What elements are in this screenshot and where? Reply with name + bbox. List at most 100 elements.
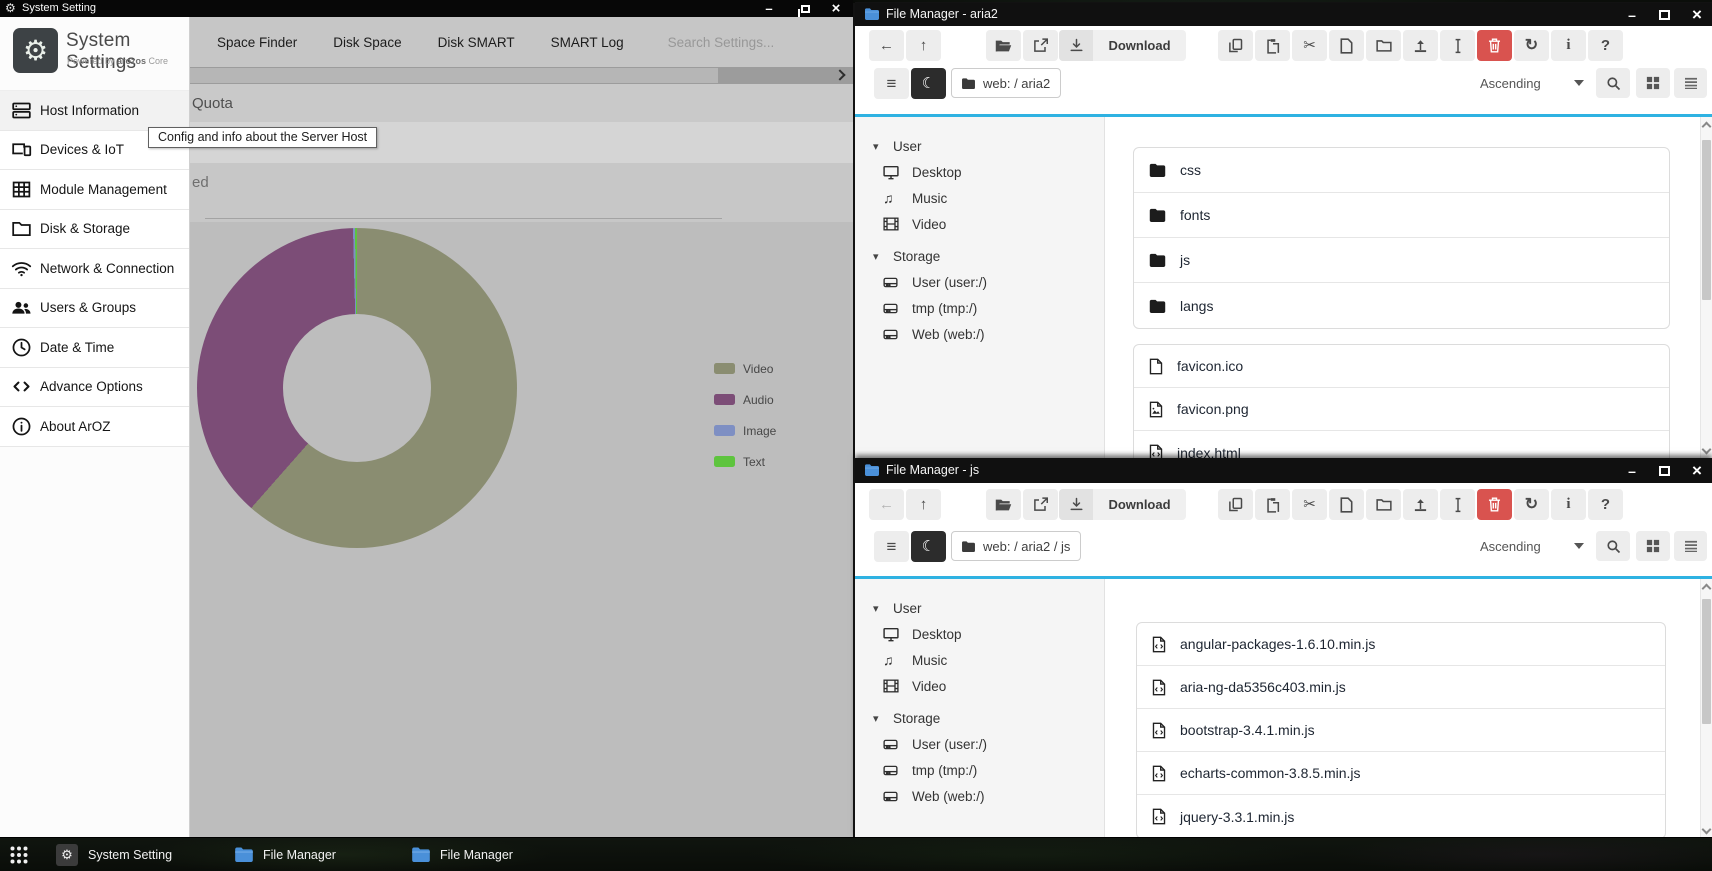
file-row-css[interactable]: css xyxy=(1134,148,1669,193)
grid-view-button[interactable] xyxy=(1636,531,1670,561)
tree-item-video[interactable]: Video xyxy=(855,673,1104,699)
grid-view-button[interactable] xyxy=(1636,68,1670,98)
open-external-button[interactable] xyxy=(1023,30,1058,61)
legend-item[interactable]: Audio xyxy=(714,384,776,415)
up-button[interactable]: ↑ xyxy=(906,489,941,520)
tree-item-user-drive[interactable]: User (user:/) xyxy=(855,269,1104,295)
sidebar-item-module-management[interactable]: Module Management xyxy=(0,170,189,210)
download-button[interactable]: Download xyxy=(1059,30,1186,61)
paste-button[interactable] xyxy=(1255,489,1290,520)
storage-donut-chart[interactable] xyxy=(197,228,517,548)
tree-item-music[interactable]: ♫Music xyxy=(855,185,1104,211)
settings-search-input[interactable] xyxy=(668,35,798,50)
file-row-aria-ng[interactable]: aria-ng-da5356c403.min.js xyxy=(1137,666,1665,709)
upload-button[interactable] xyxy=(1403,30,1438,61)
dark-mode-button[interactable]: ☾ xyxy=(911,531,946,562)
file-row-index-html[interactable]: index.html xyxy=(1134,431,1669,458)
maximize-button[interactable] xyxy=(1652,458,1676,483)
back-button[interactable]: ← xyxy=(869,30,904,61)
scrollbar-thumb[interactable] xyxy=(1702,140,1711,300)
tree-item-tmp-drive[interactable]: tmp (tmp:/) xyxy=(855,757,1104,783)
help-button[interactable]: ? xyxy=(1588,489,1623,520)
minimize-button[interactable]: – xyxy=(1620,3,1644,26)
scrollbar-thumb[interactable] xyxy=(1702,599,1711,724)
file-row-fonts[interactable]: fonts xyxy=(1134,193,1669,238)
copy-button[interactable] xyxy=(1218,489,1253,520)
tab-disk-space[interactable]: Disk Space xyxy=(315,35,419,50)
tree-group-user[interactable]: ▾User xyxy=(855,595,1104,621)
tree-group-user[interactable]: ▾User xyxy=(855,133,1104,159)
restore-button[interactable] xyxy=(793,0,815,17)
scroll-up-icon[interactable] xyxy=(1703,121,1711,129)
tree-group-storage[interactable]: ▾Storage xyxy=(855,243,1104,269)
sidebar-item-disk-storage[interactable]: Disk & Storage xyxy=(0,210,189,250)
tree-item-desktop[interactable]: Desktop xyxy=(855,159,1104,185)
help-button[interactable]: ? xyxy=(1588,30,1623,61)
new-file-button[interactable] xyxy=(1329,30,1364,61)
info-button[interactable]: i xyxy=(1551,30,1586,61)
download-button[interactable]: Download xyxy=(1059,489,1186,520)
sidebar-item-about-aroz[interactable]: About ArOZ xyxy=(0,407,189,447)
back-button[interactable]: ← xyxy=(869,489,904,520)
info-button[interactable]: i xyxy=(1551,489,1586,520)
tree-item-tmp-drive[interactable]: tmp (tmp:/) xyxy=(855,295,1104,321)
open-button[interactable] xyxy=(986,489,1021,520)
scroll-down-icon[interactable] xyxy=(1703,826,1711,834)
scrollbar[interactable] xyxy=(1700,117,1712,458)
cut-button[interactable]: ✂ xyxy=(1292,30,1327,61)
close-button[interactable]: × xyxy=(1684,3,1710,26)
file-row-bootstrap[interactable]: bootstrap-3.4.1.min.js xyxy=(1137,709,1665,752)
refresh-button[interactable]: ↻ xyxy=(1514,30,1549,61)
tab-space-finder[interactable]: Space Finder xyxy=(199,35,315,50)
cut-button[interactable]: ✂ xyxy=(1292,489,1327,520)
legend-item[interactable]: Video xyxy=(714,353,776,384)
list-view-button[interactable] xyxy=(1674,68,1707,98)
delete-button[interactable] xyxy=(1477,489,1512,520)
search-button[interactable] xyxy=(1596,531,1630,561)
upload-button[interactable] xyxy=(1403,489,1438,520)
maximize-button[interactable] xyxy=(1652,3,1676,26)
paste-button[interactable] xyxy=(1255,30,1290,61)
close-button[interactable]: × xyxy=(824,0,848,17)
tree-item-user-drive[interactable]: User (user:/) xyxy=(855,731,1104,757)
file-row-js[interactable]: js xyxy=(1134,238,1669,283)
open-external-button[interactable] xyxy=(1023,489,1058,520)
sidebar-item-network-connection[interactable]: Network & Connection xyxy=(0,249,189,289)
sort-order-select[interactable]: Ascending xyxy=(1468,68,1596,98)
search-button[interactable] xyxy=(1596,68,1630,98)
menu-button[interactable]: ≡ xyxy=(874,531,909,562)
up-button[interactable]: ↑ xyxy=(906,30,941,61)
sidebar-item-host-information[interactable]: Host Information xyxy=(0,91,189,131)
file-row-favicon-png[interactable]: favicon.png xyxy=(1134,388,1669,431)
file-row-jquery[interactable]: jquery-3.3.1.min.js xyxy=(1137,795,1665,838)
tree-item-music[interactable]: ♫Music xyxy=(855,647,1104,673)
tree-item-video[interactable]: Video xyxy=(855,211,1104,237)
tree-item-desktop[interactable]: Desktop xyxy=(855,621,1104,647)
menu-button[interactable]: ≡ xyxy=(874,68,909,99)
scrollbar[interactable] xyxy=(1700,579,1712,838)
titlebar[interactable]: File Manager - js – × xyxy=(855,458,1712,483)
close-button[interactable]: × xyxy=(1684,458,1710,483)
file-row-angular[interactable]: angular-packages-1.6.10.min.js xyxy=(1137,623,1665,666)
tab-disk-smart[interactable]: Disk SMART xyxy=(420,35,533,50)
breadcrumb[interactable]: web: / aria2 / js xyxy=(951,531,1081,561)
tab-scrollbar-thumb[interactable] xyxy=(190,68,718,83)
file-row-favicon-ico[interactable]: favicon.ico xyxy=(1134,345,1669,388)
minimize-button[interactable]: – xyxy=(1620,458,1644,483)
scroll-up-icon[interactable] xyxy=(1703,583,1711,591)
tree-group-storage[interactable]: ▾Storage xyxy=(855,705,1104,731)
copy-button[interactable] xyxy=(1218,30,1253,61)
tab-smart-log[interactable]: SMART Log xyxy=(533,35,642,50)
taskbar-item-file-manager-1[interactable]: File Manager xyxy=(235,838,336,871)
sidebar-item-users-groups[interactable]: Users & Groups xyxy=(0,289,189,329)
new-file-button[interactable] xyxy=(1329,489,1364,520)
taskbar-item-file-manager-2[interactable]: File Manager xyxy=(412,838,513,871)
sidebar-item-date-time[interactable]: Date & Time xyxy=(0,328,189,368)
titlebar[interactable]: ⚙ System Setting – × xyxy=(0,0,853,17)
titlebar[interactable]: File Manager - aria2 – × xyxy=(855,3,1712,26)
file-row-langs[interactable]: langs xyxy=(1134,283,1669,328)
scroll-down-icon[interactable] xyxy=(1703,446,1711,454)
chevron-right-icon[interactable] xyxy=(835,71,843,79)
sort-order-select[interactable]: Ascending xyxy=(1468,531,1596,561)
taskbar-item-system-setting[interactable]: ⚙ System Setting xyxy=(56,838,172,871)
